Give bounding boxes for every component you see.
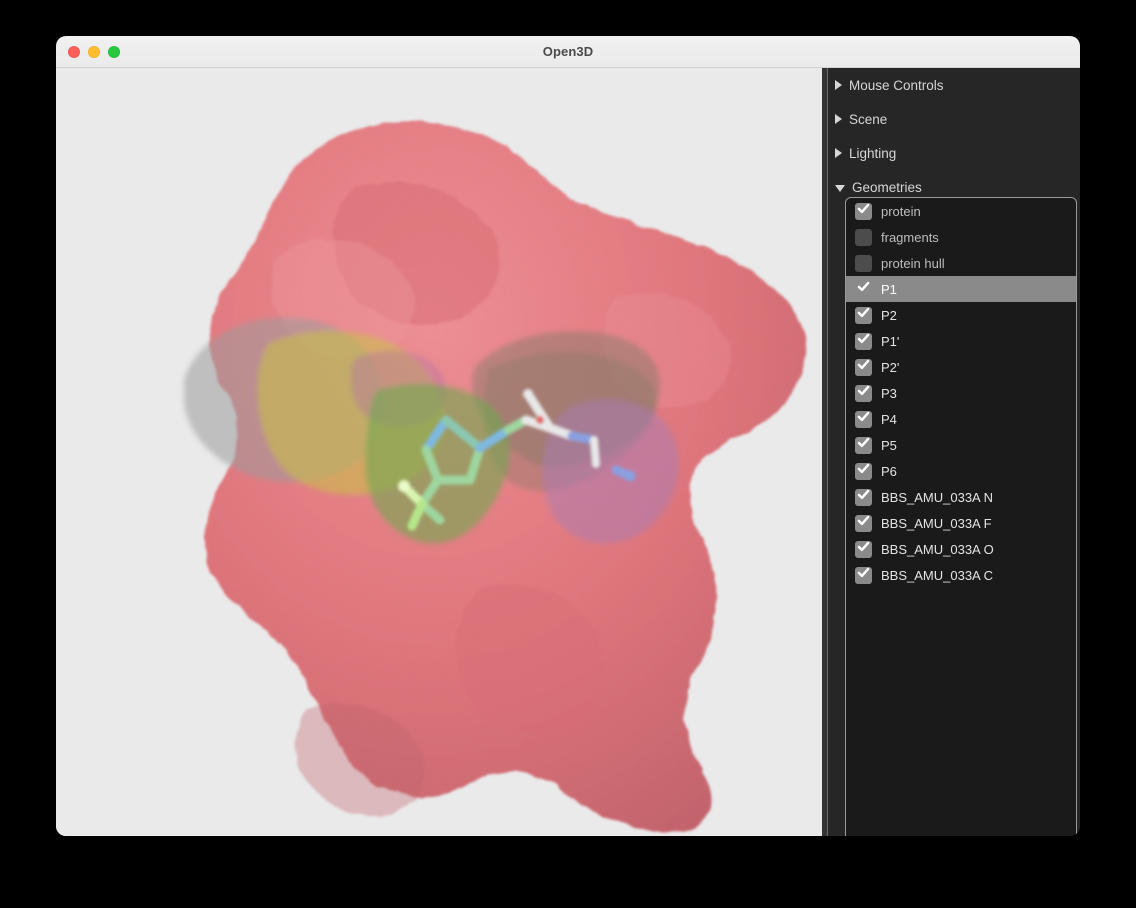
- checkbox-unchecked-icon[interactable]: [855, 229, 872, 246]
- chevron-right-icon: [835, 80, 842, 90]
- checkbox-unchecked-icon[interactable]: [855, 255, 872, 272]
- section-scene-label: Scene: [849, 112, 887, 127]
- checkbox-checked-icon[interactable]: [855, 333, 872, 350]
- chevron-right-icon: [835, 114, 842, 124]
- checkbox-checked-icon[interactable]: [855, 307, 872, 324]
- checkbox-checked-icon[interactable]: [855, 385, 872, 402]
- geometry-row[interactable]: protein hull: [846, 250, 1076, 276]
- screen-root: Open3D: [0, 0, 1136, 908]
- geometry-row[interactable]: P1: [846, 276, 1076, 302]
- geometry-row[interactable]: BBS_AMU_033A N: [846, 484, 1076, 510]
- checkbox-checked-icon[interactable]: [855, 489, 872, 506]
- minimize-button-icon[interactable]: [88, 46, 100, 58]
- checkbox-checked-icon[interactable]: [855, 437, 872, 454]
- checkbox-checked-icon[interactable]: [855, 463, 872, 480]
- checkbox-checked-icon[interactable]: [855, 203, 872, 220]
- geometry-row[interactable]: BBS_AMU_033A O: [846, 536, 1076, 562]
- open3d-window: Open3D: [56, 36, 1080, 836]
- geometry-label: BBS_AMU_033A O: [881, 542, 994, 557]
- geometry-label: P1': [881, 334, 899, 349]
- checkbox-checked-icon[interactable]: [855, 359, 872, 376]
- geometry-row[interactable]: P5: [846, 432, 1076, 458]
- geometry-row[interactable]: P2: [846, 302, 1076, 328]
- geometry-label: BBS_AMU_033A N: [881, 490, 993, 505]
- geometry-label: P4: [881, 412, 897, 427]
- geometry-row[interactable]: P2': [846, 354, 1076, 380]
- section-lighting[interactable]: Lighting: [828, 136, 1080, 170]
- geometry-row[interactable]: P1': [846, 328, 1076, 354]
- close-button-icon[interactable]: [68, 46, 80, 58]
- geometry-label: P1: [881, 282, 897, 297]
- geometry-label: protein hull: [881, 256, 945, 271]
- section-scene[interactable]: Scene: [828, 102, 1080, 136]
- geometry-label: fragments: [881, 230, 939, 245]
- molecular-scene: [56, 68, 822, 836]
- geometry-row[interactable]: P3: [846, 380, 1076, 406]
- settings-panel: Mouse Controls Scene Lighting Geometries…: [828, 68, 1080, 836]
- checkbox-checked-icon[interactable]: [855, 541, 872, 558]
- geometry-row[interactable]: fragments: [846, 224, 1076, 250]
- geometry-row[interactable]: BBS_AMU_033A F: [846, 510, 1076, 536]
- geometry-label: P2: [881, 308, 897, 323]
- window-body: Mouse Controls Scene Lighting Geometries…: [56, 68, 1080, 836]
- section-geometries-label: Geometries: [852, 180, 922, 195]
- geometry-label: BBS_AMU_033A C: [881, 568, 993, 583]
- section-mouse-controls-label: Mouse Controls: [849, 78, 944, 93]
- chevron-down-icon: [835, 185, 845, 192]
- window-title: Open3D: [543, 44, 593, 59]
- geometry-label: P6: [881, 464, 897, 479]
- geometry-label: protein: [881, 204, 921, 219]
- 3d-viewport[interactable]: [56, 68, 822, 836]
- checkbox-checked-icon[interactable]: [855, 281, 872, 298]
- geometry-row[interactable]: P6: [846, 458, 1076, 484]
- chevron-right-icon: [835, 148, 842, 158]
- section-mouse-controls[interactable]: Mouse Controls: [828, 68, 1080, 102]
- checkbox-checked-icon[interactable]: [855, 567, 872, 584]
- geometry-label: P5: [881, 438, 897, 453]
- window-traffic-lights: [68, 36, 120, 67]
- section-lighting-label: Lighting: [849, 146, 896, 161]
- maximize-button-icon[interactable]: [108, 46, 120, 58]
- geometries-list[interactable]: protein fragments protein hull P1 P2 P1' P2' P3…: [845, 197, 1077, 836]
- geometry-label: BBS_AMU_033A F: [881, 516, 992, 531]
- window-titlebar: Open3D: [56, 36, 1080, 68]
- geometry-row[interactable]: P4: [846, 406, 1076, 432]
- geometry-label: P3: [881, 386, 897, 401]
- geometry-row[interactable]: protein: [846, 198, 1076, 224]
- checkbox-checked-icon[interactable]: [855, 411, 872, 428]
- checkbox-checked-icon[interactable]: [855, 515, 872, 532]
- geometry-label: P2': [881, 360, 899, 375]
- geometry-row[interactable]: BBS_AMU_033A C: [846, 562, 1076, 588]
